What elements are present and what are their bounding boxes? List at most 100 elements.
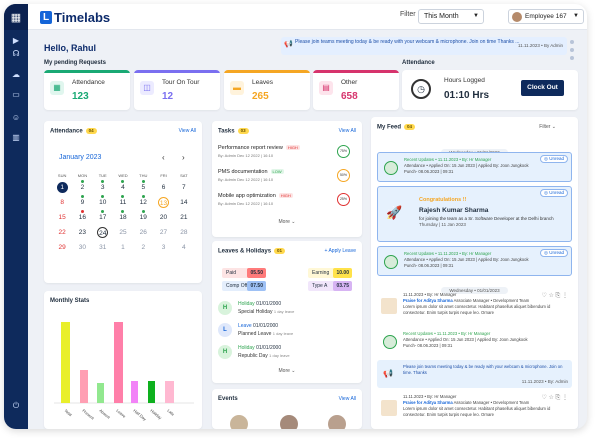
feed-item-update[interactable]: ◎ Unread Recent Updates • 11.11.2023 • B…	[377, 246, 572, 276]
request-card-attendance[interactable]: ▦ Attendance 123	[44, 70, 130, 110]
leaves-holidays-card: Leaves & Holidays 01 + Apply Leave Paid 05…	[212, 241, 362, 383]
notice-text: Please join teams meeting today & be rea…	[295, 39, 520, 45]
calendar-day-today[interactable]: 24	[97, 227, 109, 238]
calendar-day[interactable]: 26	[138, 227, 149, 238]
filter-select[interactable]: This Month ▼	[418, 9, 484, 24]
stats-bar-absent	[97, 383, 104, 403]
user-icon[interactable]: ☺	[10, 113, 22, 123]
calendar-day[interactable]: 22	[57, 227, 68, 238]
apply-leave-button[interactable]: + Apply Leave	[324, 248, 356, 254]
clock-out-button[interactable]: Clock Out	[521, 80, 564, 96]
calendar-day[interactable]: 3	[97, 182, 108, 193]
calendar-day[interactable]: 6	[158, 182, 169, 193]
carousel-dots[interactable]	[570, 40, 575, 64]
stats-x-label: Half Day	[132, 408, 147, 422]
chevron-down-icon: ▼	[573, 13, 579, 19]
events-card: Events View All	[212, 389, 362, 429]
calendar-day[interactable]: 14	[178, 197, 189, 208]
weekday: THU	[139, 173, 148, 178]
calendar-day[interactable]: 2	[77, 182, 88, 193]
request-card-other[interactable]: ▤ Other 658	[313, 70, 399, 110]
calendar-day[interactable]: 5	[138, 182, 149, 193]
card-title: Leaves & Holidays 01	[218, 248, 286, 255]
calendar-day[interactable]: 31	[97, 242, 108, 253]
leave-balance-compoff: Comp Off 07.50	[222, 281, 266, 291]
request-card-tour[interactable]: ◫ Tour On Tour 12	[134, 70, 220, 110]
task-item[interactable]: PMS documentation LOW By: Admin Dec 12 20…	[218, 169, 356, 182]
calendar-day[interactable]: 16	[77, 212, 88, 223]
task-item[interactable]: Mobile app optimization HIGH By: Admin De…	[218, 193, 356, 206]
cloud-icon[interactable]: ☁	[10, 70, 22, 80]
view-all-link[interactable]: View All	[339, 396, 356, 402]
calendar-day[interactable]: 3	[158, 242, 169, 253]
more-link[interactable]: More ⌄	[212, 368, 362, 374]
calendar-day[interactable]: 1	[56, 182, 68, 193]
employee-select[interactable]: Employee 167 ▼	[508, 9, 584, 24]
task-item[interactable]: Performance report review HIGH By: Admin …	[218, 145, 356, 158]
calendar-day[interactable]: 28	[178, 227, 189, 238]
calendar-day[interactable]: 10	[97, 197, 108, 208]
feed-item-notice[interactable]: 📢 Please join teams meeting today & be r…	[377, 360, 572, 388]
power-icon[interactable]: ⏻	[10, 401, 22, 411]
leave-avatar: L	[218, 323, 232, 337]
calendar-day[interactable]: 7	[178, 182, 189, 193]
notice-banner[interactable]: 📢 Please join teams meeting today & be r…	[281, 37, 567, 55]
chevron-right-icon[interactable]: ›	[182, 153, 185, 162]
table-icon[interactable]: ▥	[10, 133, 22, 143]
calendar-day[interactable]: 12	[138, 197, 149, 208]
progress-ring: 25%	[337, 193, 350, 206]
calendar-day[interactable]: 25	[117, 227, 128, 238]
feed-item-praise[interactable]: 11.11.2023 • By: Hr Manager Praise for Ad…	[377, 392, 572, 426]
count-badge: 04	[85, 128, 97, 134]
calendar-day[interactable]: 4	[178, 242, 189, 253]
calendar-day[interactable]: 21	[178, 212, 189, 223]
more-link[interactable]: More ⌄	[212, 219, 362, 225]
calendar-day[interactable]: 23	[77, 227, 88, 238]
view-all-link[interactable]: View All	[339, 128, 356, 134]
request-count: 658	[341, 91, 358, 102]
reaction-icons[interactable]: ♡ ☆ ⎘ ⋮	[541, 292, 568, 300]
stats-bar-halfday	[131, 381, 138, 403]
calendar-day[interactable]: 8	[57, 197, 68, 208]
calendar-day[interactable]: 19	[138, 212, 149, 223]
task-meta: By: Admin Dec 12 2022 | 16:10	[218, 153, 274, 158]
feed-item-praise[interactable]: 11.11.2023 • By: Hr Manager Praise for Ad…	[377, 290, 572, 324]
calendar-day[interactable]: 2	[138, 242, 149, 253]
calendar-day[interactable]: 27	[158, 227, 169, 238]
reaction-icons[interactable]: ♡ ☆ ⎘ ⋮	[541, 394, 568, 402]
praise-icon	[381, 400, 397, 416]
weekday: SUN	[57, 173, 67, 178]
calendar-day[interactable]: 29	[57, 242, 68, 253]
briefcase-icon: ◫	[140, 81, 154, 95]
calendar-day[interactable]: 18	[117, 212, 128, 223]
congrats-date: Thursday | 11 Jan 2023	[419, 222, 466, 227]
feed-item-update[interactable]: ◎ Unread Recent Updates • 11.11.2023 • B…	[377, 152, 572, 182]
apps-grid-icon[interactable]: ▦	[4, 4, 28, 30]
calendar-day[interactable]: 15	[57, 212, 68, 223]
calendar-day[interactable]: 1	[117, 242, 128, 253]
calendar-day[interactable]: 4	[117, 182, 128, 193]
headset-icon[interactable]: ☊	[10, 49, 22, 59]
view-all-link[interactable]: View All	[179, 128, 196, 134]
calendar-day[interactable]: 11	[117, 197, 128, 208]
feed-filter[interactable]: Filter ⌄	[539, 124, 556, 130]
calendar-day[interactable]: 13	[158, 197, 170, 208]
unread-badge: ◎ Unread	[540, 155, 568, 163]
my-feed-card: My Feed04 Filter ⌄ Wednesday • 01/01/202…	[371, 117, 578, 429]
app-window: ▦ ▶ ☊ ☁ ▭ ☺ ▥ ⏻ L Timelabs Filter This M…	[4, 4, 587, 429]
praise-icon	[381, 298, 397, 314]
stats-x-label: Late	[166, 408, 176, 417]
calendar-day[interactable]: 20	[158, 212, 169, 223]
card-icon[interactable]: ▭	[10, 90, 22, 100]
calendar-day[interactable]: 17	[97, 212, 108, 223]
feed-item-congrats[interactable]: ◎ Unread 🚀 Congratulations !! Rajesh Kum…	[377, 186, 572, 242]
request-card-leaves[interactable]: ▬ Leaves 265	[224, 70, 310, 110]
calendar-day[interactable]: 30	[77, 242, 88, 253]
request-count: 123	[72, 91, 89, 102]
dashboard-icon[interactable]: ▶	[10, 36, 22, 46]
chevron-left-icon[interactable]: ‹	[162, 153, 165, 162]
count-badge: 03	[237, 128, 249, 134]
calendar-day[interactable]: 9	[77, 197, 88, 208]
leave-balance-type-a: Type A 03.75	[308, 281, 352, 291]
feed-item-update[interactable]: Recent Updates • 11.11.2023 • By: Hr Man…	[377, 327, 572, 357]
